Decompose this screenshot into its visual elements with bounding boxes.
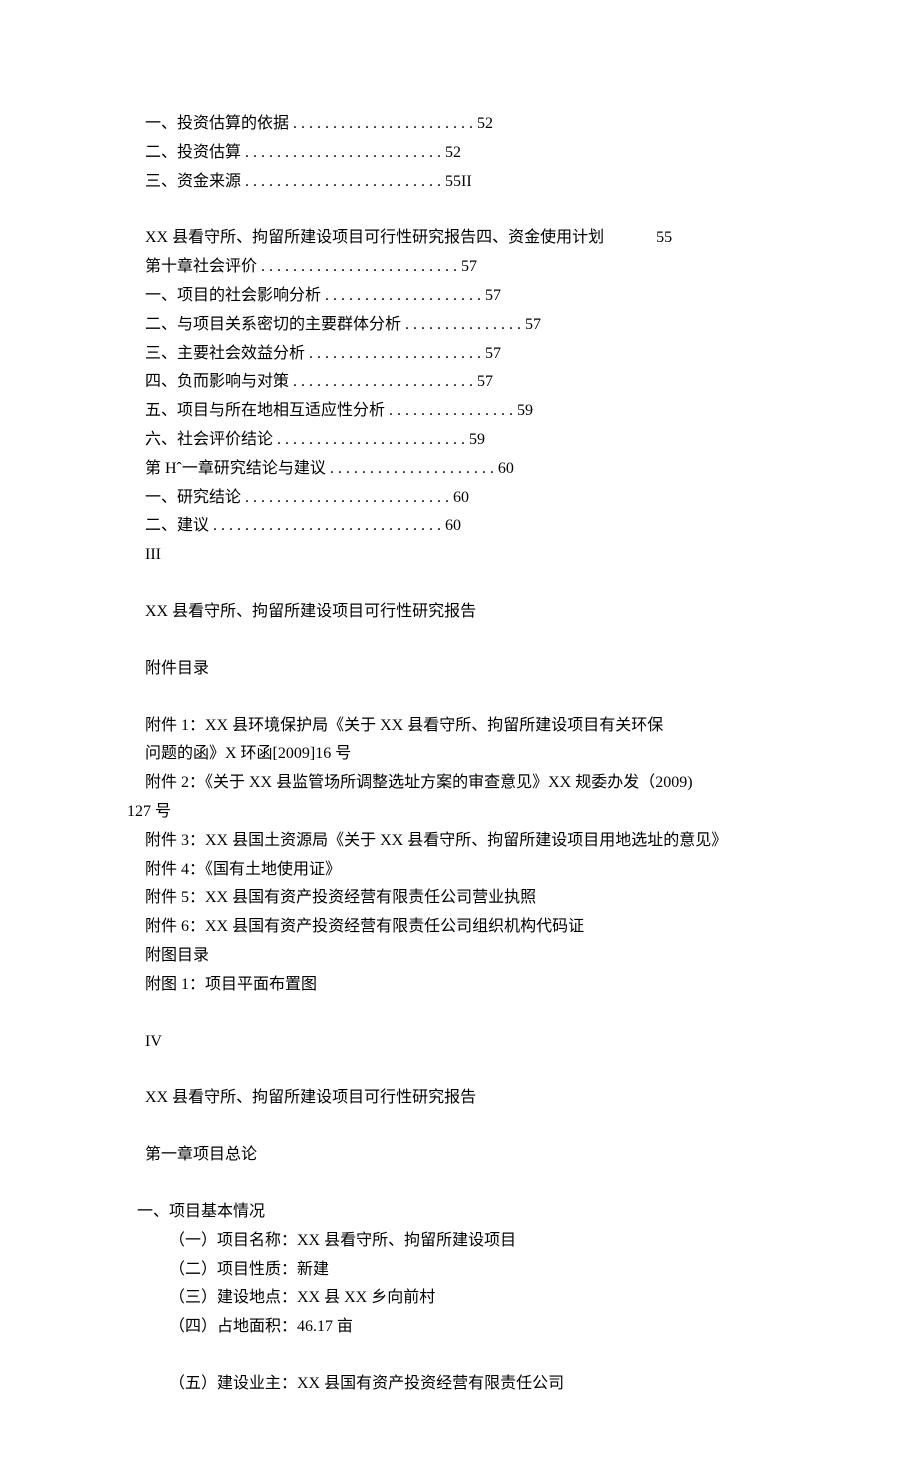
attachment-item: 附图 1：项目平面布置图	[145, 971, 790, 1000]
attachment-item: 附件 2：《关于 XX 县监管场所调整选址方案的审查意见》XX 规委办发（200…	[145, 769, 790, 798]
toc-entry: 第十章社会评价 . . . . . . . . . . . . . . . . …	[145, 253, 790, 282]
toc-dots: . . . . . . . . . . . . . . . . . . . . …	[241, 144, 445, 161]
basic-item: （四）占地面积：46.17 亩	[145, 1313, 790, 1342]
toc-page: 57	[477, 373, 493, 390]
toc-dots: . . . . . . . . . . . . . . . . . . . . …	[257, 258, 461, 275]
toc-dots: . . . . . . . . . . . . . . . . . . . . …	[305, 345, 485, 362]
toc-page: 57	[525, 316, 541, 333]
basic-item: （二）项目性质：新建	[145, 1256, 790, 1285]
toc-special-line: XX 县看守所、拘留所建设项目可行性研究报告四、资金使用计划 55	[145, 224, 790, 253]
toc-page: 52	[445, 144, 461, 161]
attachment-item: 附件 3：XX 县国土资源局《关于 XX 县看守所、拘留所建设项目用地选址的意见…	[145, 827, 790, 856]
toc-label: 六、社会评价结论	[145, 431, 273, 448]
toc-label: 四、负而影响与对策	[145, 373, 293, 390]
toc-section-2: 第十章社会评价 . . . . . . . . . . . . . . . . …	[145, 253, 790, 541]
toc-label: 第 Hˆ一章研究结论与建议	[145, 460, 326, 477]
toc-dots: . . . . . . . . . . . . . . . . . . . . …	[273, 431, 469, 448]
toc-entry: 三、主要社会效益分析 . . . . . . . . . . . . . . .…	[145, 340, 790, 369]
toc-special-page: 55	[656, 224, 672, 253]
roman-numeral-iv: IV	[145, 1028, 790, 1057]
toc-section-1: 一、投资估算的依据 . . . . . . . . . . . . . . . …	[145, 110, 790, 196]
toc-dots: . . . . . . . . . . . . . . . . . . . . …	[289, 115, 477, 132]
project-basics: （一）项目名称：XX 县看守所、拘留所建设项目 （二）项目性质：新建 （三）建设…	[145, 1227, 790, 1342]
toc-entry: 一、研究结论 . . . . . . . . . . . . . . . . .…	[145, 484, 790, 513]
attachment-item: 附件 4：《国有土地使用证》	[145, 856, 790, 885]
toc-entry: 第 Hˆ一章研究结论与建议 . . . . . . . . . . . . . …	[145, 455, 790, 484]
toc-page: 57	[485, 345, 501, 362]
toc-page: 57	[461, 258, 477, 275]
report-title: XX 县看守所、拘留所建设项目可行性研究报告	[145, 1084, 790, 1113]
toc-label: 二、建议	[145, 517, 209, 534]
basic-item: （一）项目名称：XX 县看守所、拘留所建设项目	[145, 1227, 790, 1256]
toc-entry: 四、负而影响与对策 . . . . . . . . . . . . . . . …	[145, 368, 790, 397]
toc-entry: 二、与项目关系密切的主要群体分析 . . . . . . . . . . . .…	[145, 311, 790, 340]
toc-page: 60	[453, 489, 469, 506]
roman-numeral-iii: III	[145, 541, 790, 570]
attachment-item: 附件 5：XX 县国有资产投资经营有限责任公司营业执照	[145, 884, 790, 913]
toc-page: 60	[445, 517, 461, 534]
toc-label: 一、研究结论	[145, 489, 241, 506]
toc-label: 三、资金来源	[145, 173, 241, 190]
toc-label: 三、主要社会效益分析	[145, 345, 305, 362]
toc-label: 一、投资估算的依据	[145, 115, 289, 132]
toc-entry: 二、建议 . . . . . . . . . . . . . . . . . .…	[145, 512, 790, 541]
attachments-list: 附件 1：XX 县环境保护局《关于 XX 县看守所、拘留所建设项目有关环保 问题…	[145, 712, 790, 1000]
toc-entry: 五、项目与所在地相互适应性分析 . . . . . . . . . . . . …	[145, 397, 790, 426]
toc-page: 59	[517, 402, 533, 419]
toc-entry: 一、项目的社会影响分析 . . . . . . . . . . . . . . …	[145, 282, 790, 311]
attachment-item: 附图目录	[145, 942, 790, 971]
toc-dots: . . . . . . . . . . . . . . . . . . . . …	[209, 517, 445, 534]
toc-dots: . . . . . . . . . . . . . . . . . . . .	[321, 287, 485, 304]
toc-special-text: XX 县看守所、拘留所建设项目可行性研究报告四、资金使用计划	[145, 229, 604, 246]
toc-label: 第十章社会评价	[145, 258, 257, 275]
toc-entry: 六、社会评价结论 . . . . . . . . . . . . . . . .…	[145, 426, 790, 455]
toc-page: 52	[477, 115, 493, 132]
report-title: XX 县看守所、拘留所建设项目可行性研究报告	[145, 598, 790, 627]
attachment-heading: 附件目录	[145, 655, 790, 684]
attachment-item: 附件 6：XX 县国有资产投资经营有限责任公司组织机构代码证	[145, 913, 790, 942]
toc-dots: . . . . . . . . . . . . . . . . . . . . …	[241, 489, 453, 506]
toc-entry: 二、投资估算 . . . . . . . . . . . . . . . . .…	[145, 139, 790, 168]
toc-page: 55II	[445, 173, 472, 190]
toc-label: 五、项目与所在地相互适应性分析	[145, 402, 389, 419]
section-heading: 一、项目基本情况	[137, 1198, 790, 1227]
basic-item: （五）建设业主：XX 县国有资产投资经营有限责任公司	[145, 1370, 790, 1399]
attachment-item: 问题的函》X 环函[2009]16 号	[145, 740, 790, 769]
toc-dots: . . . . . . . . . . . . . . . . . . . . …	[293, 373, 477, 390]
basic-item: （三）建设地点：XX 县 XX 乡向前村	[145, 1284, 790, 1313]
toc-label: 二、与项目关系密切的主要群体分析	[145, 316, 401, 333]
attachment-item: 127 号	[127, 798, 790, 827]
toc-label: 二、投资估算	[145, 144, 241, 161]
chapter-heading: 第一章项目总论	[145, 1141, 790, 1170]
toc-entry: 三、资金来源 . . . . . . . . . . . . . . . . .…	[145, 168, 790, 197]
toc-label: 一、项目的社会影响分析	[145, 287, 321, 304]
toc-dots: . . . . . . . . . . . . . . .	[401, 316, 525, 333]
toc-dots: . . . . . . . . . . . . . . . . . . . . …	[241, 173, 445, 190]
toc-page: 57	[485, 287, 501, 304]
attachment-item: 附件 1：XX 县环境保护局《关于 XX 县看守所、拘留所建设项目有关环保	[145, 712, 790, 741]
toc-dots: . . . . . . . . . . . . . . . . . . . . …	[326, 460, 498, 477]
toc-page: 60	[498, 460, 514, 477]
toc-dots: . . . . . . . . . . . . . . . .	[389, 402, 517, 419]
toc-page: 59	[469, 431, 485, 448]
toc-entry: 一、投资估算的依据 . . . . . . . . . . . . . . . …	[145, 110, 790, 139]
